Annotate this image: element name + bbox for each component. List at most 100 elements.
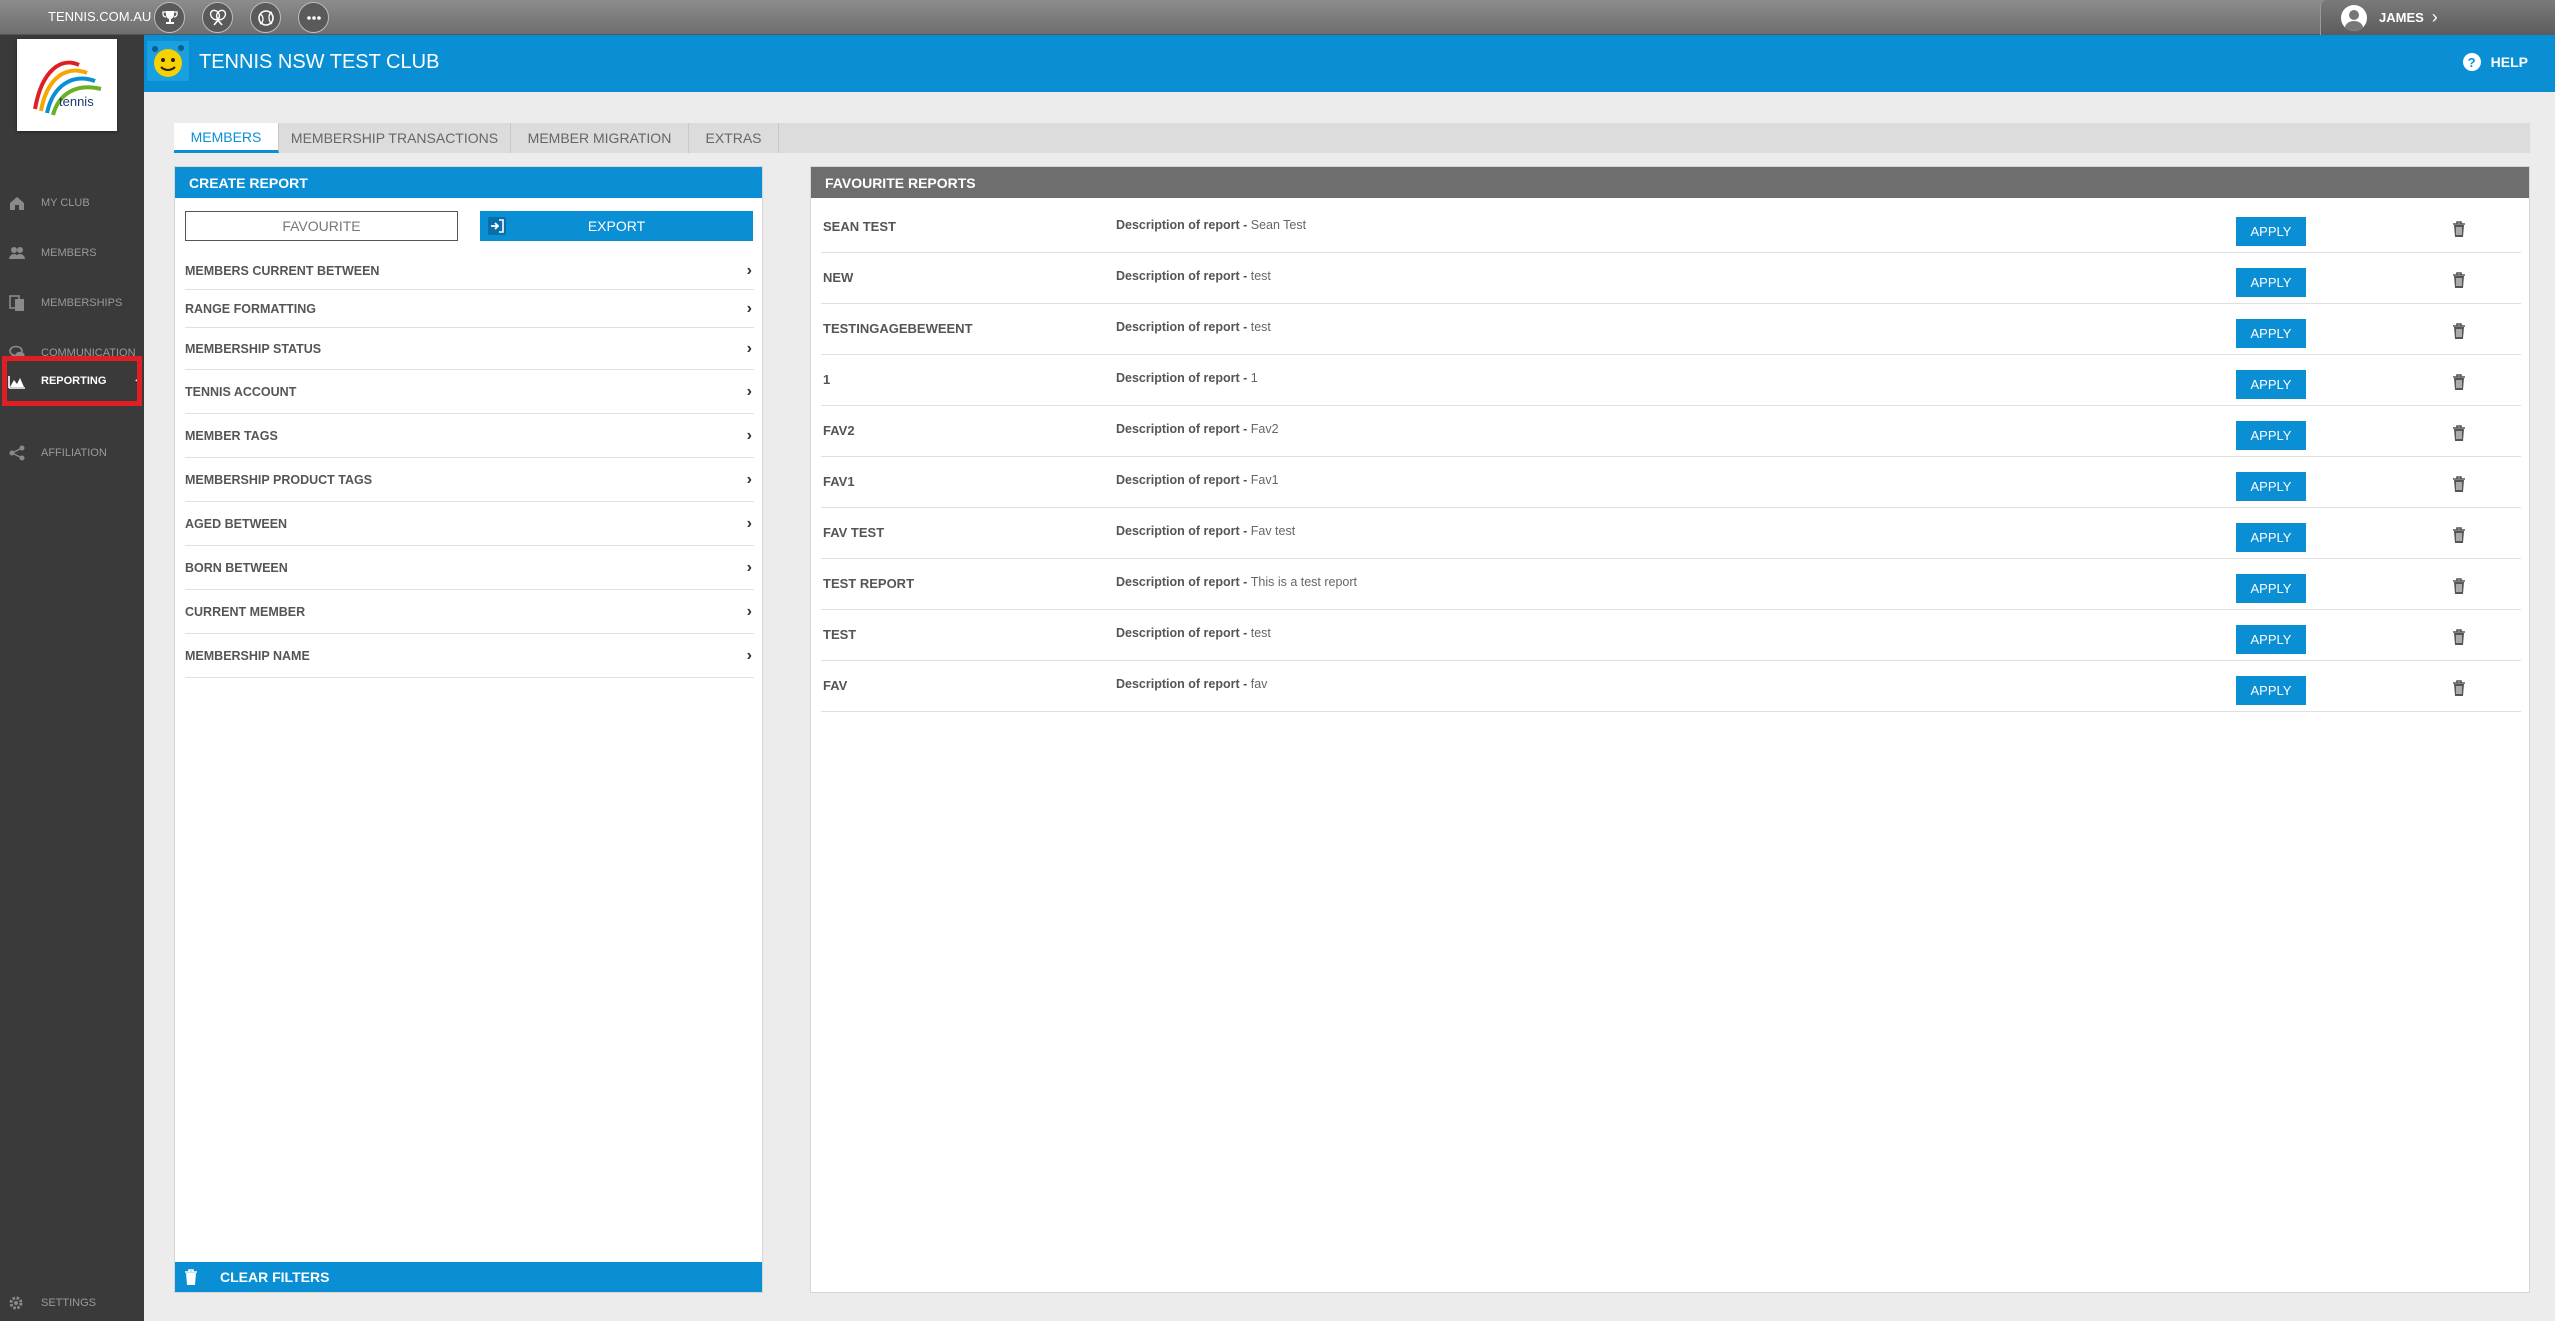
trash-icon[interactable]: [2451, 220, 2467, 238]
sidebar-item-label: MEMBERS: [41, 247, 97, 259]
tab-membership-transactions[interactable]: MEMBERSHIP TRANSACTIONS: [279, 123, 511, 153]
report-description: Description of report - Sean Test: [1116, 218, 1306, 232]
report-description: Description of report - test: [1116, 269, 1271, 283]
tab-member-migration[interactable]: MEMBER MIGRATION: [511, 123, 689, 153]
chevron-right-icon: ›: [746, 261, 752, 279]
favourite-report-row: 1 Description of report - 1 APPLY: [821, 355, 2521, 406]
filter-label: MEMBERS CURRENT BETWEEN: [185, 263, 380, 278]
filter-tennis-account[interactable]: TENNIS ACCOUNT ›: [185, 370, 754, 414]
ball-icon[interactable]: [250, 2, 281, 33]
help-button[interactable]: ? HELP: [2462, 53, 2528, 71]
memberships-icon: [9, 295, 24, 311]
gear-icon: [9, 1296, 23, 1310]
sidebar-item-my-club[interactable]: MY CLUB: [0, 178, 144, 228]
clear-filters-label: CLEAR FILTERS: [220, 1269, 330, 1285]
trash-icon[interactable]: [2451, 577, 2467, 595]
report-description: Description of report - Fav test: [1116, 524, 1295, 538]
report-description: Description of report - fav: [1116, 677, 1267, 691]
filter-membership-status[interactable]: MEMBERSHIP STATUS ›: [185, 328, 754, 370]
trash-icon[interactable]: [2451, 271, 2467, 289]
site-link[interactable]: TENNIS.COM.AU: [48, 9, 151, 24]
sidebar: tennis MY CLUB MEMBERS MEMBERSHIPS COMMU…: [0, 35, 144, 1321]
favourite-report-row: NEW Description of report - test APPLY: [821, 253, 2521, 304]
trash-icon[interactable]: [2451, 475, 2467, 493]
apply-button[interactable]: APPLY: [2236, 421, 2306, 450]
clear-filters-button[interactable]: CLEAR FILTERS: [175, 1262, 762, 1292]
apply-button[interactable]: APPLY: [2236, 523, 2306, 552]
home-icon: [10, 197, 24, 210]
apply-button[interactable]: APPLY: [2236, 472, 2306, 501]
report-description: Description of report - Fav1: [1116, 473, 1279, 487]
apply-button[interactable]: APPLY: [2236, 370, 2306, 399]
filter-range-formatting[interactable]: RANGE FORMATTING ›: [185, 290, 754, 328]
description-text: test: [1250, 269, 1271, 283]
filter-membership-product-tags[interactable]: MEMBERSHIP PRODUCT TAGS ›: [185, 458, 754, 502]
report-description: Description of report - 1: [1116, 371, 1258, 385]
favourite-report-row: FAV Description of report - fav APPLY: [821, 661, 2521, 712]
tennis-logo[interactable]: tennis: [17, 39, 117, 131]
filter-membership-name[interactable]: MEMBERSHIP NAME ›: [185, 634, 754, 678]
export-label: EXPORT: [587, 218, 646, 234]
report-name: SEAN TEST: [823, 219, 896, 234]
chevron-right-icon: ›: [746, 339, 752, 357]
apply-button[interactable]: APPLY: [2236, 319, 2306, 348]
report-name: FAV2: [823, 423, 855, 438]
sidebar-item-members[interactable]: MEMBERS: [0, 228, 144, 278]
filter-current-member[interactable]: CURRENT MEMBER ›: [185, 590, 754, 634]
trash-icon[interactable]: [2451, 322, 2467, 340]
apply-button[interactable]: APPLY: [2236, 574, 2306, 603]
logo-text: tennis: [59, 94, 94, 109]
sidebar-item-label: SETTINGS: [41, 1297, 97, 1309]
filter-label: MEMBERSHIP STATUS: [185, 341, 322, 356]
filter-born-between[interactable]: BORN BETWEEN ›: [185, 546, 754, 590]
description-prefix: Description of report -: [1116, 575, 1251, 589]
favourite-report-row: FAV TEST Description of report - Fav test…: [821, 508, 2521, 559]
filter-aged-between[interactable]: AGED BETWEEN ›: [185, 502, 754, 546]
sidebar-item-affiliation[interactable]: AFFILIATION: [0, 428, 144, 478]
chevron-right-icon: ›: [746, 602, 752, 620]
create-report-panel: CREATE REPORT FAVOURITE EXPORT MEMBERS C…: [174, 166, 763, 1293]
description-prefix: Description of report -: [1116, 269, 1251, 283]
description-prefix: Description of report -: [1116, 677, 1251, 691]
report-name: TESTINGAGEBEWEENT: [823, 321, 973, 336]
tab-members[interactable]: MEMBERS: [174, 123, 279, 153]
tab-extras[interactable]: EXTRAS: [689, 123, 779, 153]
trash-icon[interactable]: [2451, 526, 2467, 544]
sidebar-item-label: AFFILIATION: [41, 447, 107, 459]
favourite-button[interactable]: FAVOURITE: [185, 211, 458, 241]
report-description: Description of report - test: [1116, 320, 1271, 334]
more-icon[interactable]: [298, 2, 329, 33]
sidebar-item-settings[interactable]: SETTINGS: [0, 1288, 144, 1318]
rackets-icon[interactable]: [202, 2, 233, 33]
sidebar-item-label: MEMBERSHIPS: [41, 297, 123, 309]
description-text: test: [1250, 626, 1271, 640]
tab-bar: MEMBERS MEMBERSHIP TRANSACTIONS MEMBER M…: [174, 123, 2530, 153]
report-description: Description of report - test: [1116, 626, 1271, 640]
avatar: [2341, 4, 2367, 31]
user-menu[interactable]: JAMES ›: [2320, 0, 2555, 35]
description-prefix: Description of report -: [1116, 422, 1251, 436]
trash-icon[interactable]: [2451, 679, 2467, 697]
description-prefix: Description of report -: [1116, 320, 1251, 334]
apply-button[interactable]: APPLY: [2236, 676, 2306, 705]
export-button[interactable]: EXPORT: [480, 211, 753, 241]
report-name: NEW: [823, 270, 854, 285]
apply-button[interactable]: APPLY: [2236, 217, 2306, 246]
trash-icon[interactable]: [2451, 373, 2467, 391]
description-text: 1: [1250, 371, 1258, 385]
apply-button[interactable]: APPLY: [2236, 625, 2306, 654]
filter-members-current-between[interactable]: MEMBERS CURRENT BETWEEN ›: [185, 252, 754, 290]
sidebar-item-memberships[interactable]: MEMBERSHIPS: [0, 278, 144, 328]
trash-icon[interactable]: [2451, 424, 2467, 442]
description-prefix: Description of report -: [1116, 218, 1251, 232]
sidebar-item-label: MY CLUB: [41, 197, 90, 209]
trophy-icon[interactable]: [154, 2, 185, 33]
chevron-right-icon: ›: [746, 514, 752, 532]
trash-icon[interactable]: [2451, 628, 2467, 646]
filter-member-tags[interactable]: MEMBER TAGS ›: [185, 414, 754, 458]
filter-label: MEMBER TAGS: [185, 428, 278, 443]
apply-button[interactable]: APPLY: [2236, 268, 2306, 297]
chevron-right-icon: ›: [746, 299, 752, 317]
top-bar: TENNIS.COM.AU JAMES ›: [0, 0, 2555, 35]
description-text: Fav1: [1250, 473, 1279, 487]
